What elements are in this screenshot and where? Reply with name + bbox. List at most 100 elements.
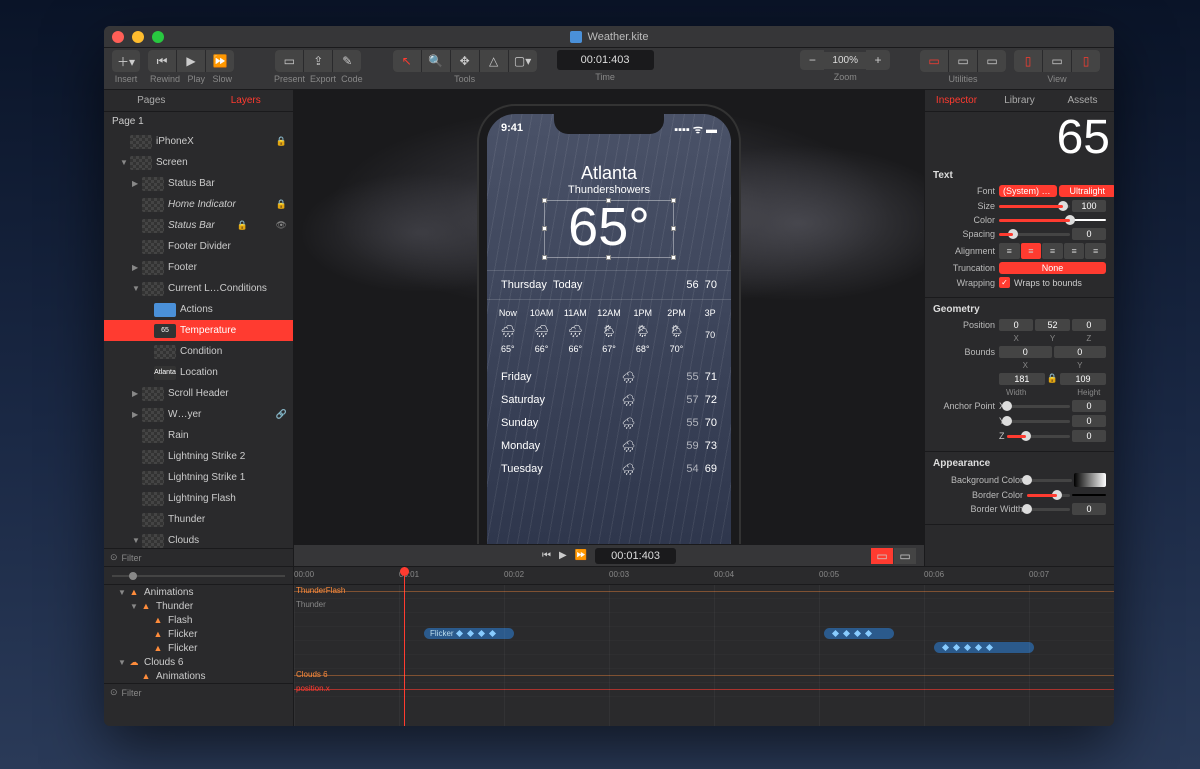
export-button[interactable]: ⇪ [304,50,332,72]
assets-tab[interactable]: Assets [1051,90,1114,111]
alignment-buttons[interactable]: ≡≡≡≡≡ [999,243,1106,259]
height-input[interactable]: 109 [1060,373,1106,385]
shape-tool[interactable]: △ [480,50,508,72]
move-tool[interactable]: ✥ [451,50,479,72]
code-button[interactable]: ✎ [333,50,361,72]
present-button[interactable]: ▭ [275,50,303,72]
layer-row[interactable]: iPhoneX🔒 [104,131,293,152]
wrapping-checkbox[interactable]: ✓Wraps to bounds [999,277,1082,288]
color-slider[interactable] [999,219,1070,222]
rect-tool[interactable]: ▢▾ [509,50,537,72]
timeline-item[interactable]: ▲Flicker [104,641,293,655]
zoom-in-button[interactable]: + [866,50,890,70]
clip-flicker-3[interactable] [934,642,1034,653]
zoom-value[interactable]: 100% [824,52,866,69]
utilities-panel-3[interactable]: ▭ [978,50,1006,72]
timeline-item[interactable]: ▲Flash [104,613,293,627]
timeline-mode-1[interactable]: ▭ [871,548,893,564]
zoom-button[interactable] [152,31,164,43]
view-3[interactable]: ▯ [1072,50,1100,72]
font-family-select[interactable]: (System) San… [999,185,1057,197]
font-weight-select[interactable]: Ultralight [1059,185,1114,197]
layer-row[interactable]: Status Bar🔒👁 [104,215,293,236]
spacing-slider[interactable] [999,233,1070,236]
layer-row[interactable]: ▶Scroll Header [104,383,293,404]
timeline-ruler[interactable]: 00:0000:0100:0200:0300:0400:0500:0600:07 [294,567,1114,585]
layer-row[interactable]: Actions [104,299,293,320]
canvas[interactable]: 9:41 ▪▪▪▪ ᯤ ▬ Atlanta Thundershowers 65° [294,90,924,566]
color-swatch[interactable] [1072,219,1106,221]
layer-tree[interactable]: iPhoneX🔒▼Screen▶Status BarHome Indicator… [104,131,293,548]
play-button[interactable]: ▶ [177,50,205,72]
layer-row[interactable]: ▼Clouds [104,530,293,548]
layer-row[interactable]: Lightning Flash [104,488,293,509]
layers-tab[interactable]: Layers [199,90,294,111]
insert-button[interactable]: ＋▾ [112,50,140,72]
pointer-tool[interactable]: ↖ [393,50,421,72]
pos-y[interactable]: 52 [1035,319,1069,331]
layer-row[interactable]: ▶Status Bar [104,173,293,194]
bounds-y[interactable]: 0 [1054,346,1107,358]
timeline-tracks-area[interactable]: 00:0000:0100:0200:0300:0400:0500:0600:07… [294,567,1114,726]
sidebar-filter[interactable]: ⊙ Filter [104,548,293,566]
library-tab[interactable]: Library [988,90,1051,111]
layer-row[interactable]: Lightning Strike 2 [104,446,293,467]
spacing-input[interactable]: 0 [1072,228,1106,240]
timeline-mode-2[interactable]: ▭ [894,548,916,564]
layer-row[interactable]: AtlantaLocation [104,362,293,383]
layer-row[interactable]: 65Temperature [104,320,293,341]
layer-row[interactable]: Thunder [104,509,293,530]
truncation-select[interactable]: None [999,262,1106,274]
minimize-button[interactable] [132,31,144,43]
pages-tab[interactable]: Pages [104,90,199,111]
anchor-y-slider[interactable] [1007,420,1070,423]
layer-row[interactable]: ▶Footer [104,257,293,278]
zoom-tool[interactable]: 🔍 [422,50,450,72]
playbar-rewind[interactable]: ⏮ [542,550,551,561]
bounds-x[interactable]: 0 [999,346,1052,358]
width-input[interactable]: 181 [999,373,1045,385]
timeline-item[interactable]: ▲Flicker [104,627,293,641]
layer-row[interactable]: Home Indicator🔒 [104,194,293,215]
timeline-item[interactable]: ▼▲Thunder [104,599,293,613]
pos-x[interactable]: 0 [999,319,1033,331]
view-2[interactable]: ▭ [1043,50,1071,72]
zoom-out-button[interactable]: − [800,50,824,70]
inspector-tab[interactable]: Inspector [925,90,988,111]
close-button[interactable] [112,31,124,43]
titlebar[interactable]: Weather.kite [104,26,1114,48]
timeline-filter[interactable]: ⊙ Filter [104,683,293,701]
layer-row[interactable]: Footer Divider [104,236,293,257]
pos-z[interactable]: 0 [1072,319,1106,331]
utilities-panel-1[interactable]: ▭ [920,50,948,72]
size-input[interactable]: 100 [1072,200,1106,212]
clip-flicker-1[interactable]: Flicker [424,628,514,639]
bordercolor-slider[interactable] [1027,494,1070,497]
borderwidth-input[interactable]: 0 [1072,503,1106,515]
layer-row[interactable]: Condition [104,341,293,362]
playbar-time[interactable]: 00:01:403 [595,548,676,564]
layer-row[interactable]: ▶W…yer🔗 [104,404,293,425]
timeline-item[interactable]: ▼▲Animations [104,585,293,599]
size-slider[interactable] [999,205,1070,208]
anchor-x-slider[interactable] [1007,405,1070,408]
borderwidth-slider[interactable] [1027,508,1070,511]
temperature-label[interactable]: 65° [487,200,731,254]
layer-row[interactable]: ▼Current L…Conditions [104,278,293,299]
time-display[interactable]: 00:01:403 [557,50,654,70]
bordercolor-swatch[interactable] [1072,494,1106,496]
selection-box[interactable] [544,200,674,258]
playbar-play[interactable]: ▶ [559,550,567,561]
timeline-scrubber-mini[interactable] [104,567,293,585]
timeline-item[interactable]: ▼☁Clouds 6 [104,655,293,669]
clip-flicker-2[interactable] [824,628,894,639]
anchor-z-slider[interactable] [1007,435,1071,438]
bgcolor-slider[interactable] [1027,479,1072,482]
layer-row[interactable]: ▼Screen [104,152,293,173]
layer-row[interactable]: Rain [104,425,293,446]
slow-button[interactable]: ⏩ [206,50,234,72]
timeline-item[interactable]: ▲Animations [104,669,293,683]
layer-row[interactable]: Lightning Strike 1 [104,467,293,488]
rewind-button[interactable]: ⏮ [148,50,176,72]
utilities-panel-2[interactable]: ▭ [949,50,977,72]
